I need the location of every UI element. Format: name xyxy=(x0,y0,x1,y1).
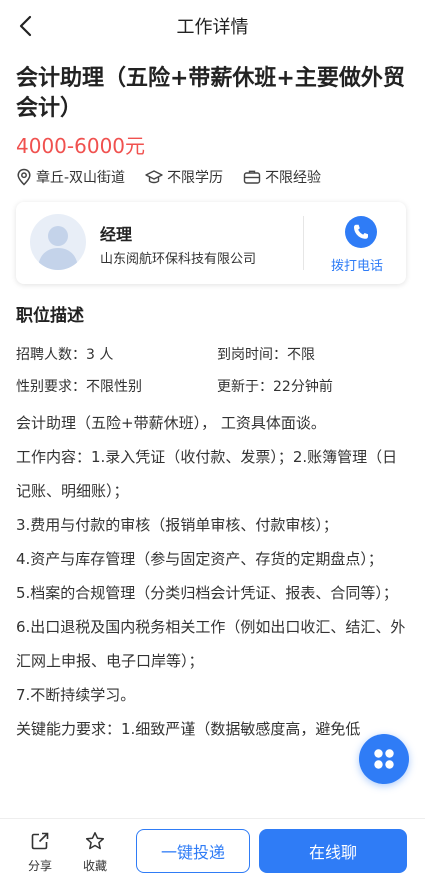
description-paragraph: 6.出口退税及国内税务相关工作（例如出口收汇、结汇、外汇网上申报、电子口岸等）； xyxy=(16,618,406,670)
education-text: 不限学历 xyxy=(167,170,224,186)
section-title-job-description: 职位描述 xyxy=(16,306,84,326)
salary: 4000-6000元 xyxy=(16,134,146,158)
description-paragraph: 会计助理（五险+带薪休班）， 工资具体面谈。 xyxy=(16,414,326,432)
avatar xyxy=(30,214,86,270)
location-item: 章丘-双山街道 xyxy=(16,167,125,187)
page-title: 工作详情 xyxy=(176,17,249,38)
description-paragraph: 3.费用与付款的审核（报销单审核、付款审核）； xyxy=(16,516,338,534)
phone-icon-wrap xyxy=(345,216,377,248)
bottom-action-bar: 分享 收藏 一键投递 在线聊 xyxy=(0,818,425,885)
call-phone-label: 拨打电话 xyxy=(330,259,383,274)
job-meta-row: 章丘-双山街道 不限学历 不限经验 xyxy=(16,166,341,188)
description-paragraph: 7.不断持续学习。 xyxy=(16,686,136,704)
card-divider xyxy=(303,216,304,270)
experience-item: 不限经验 xyxy=(243,167,321,187)
description-paragraph: 工作内容：1.录入凭证（收付款、发票）；2.账簿管理（日记账、明细账）； xyxy=(16,448,398,500)
briefcase-icon xyxy=(243,170,261,184)
company-name: 山东阅航环保科技有限公司 xyxy=(100,252,257,267)
contact-name: 经理 xyxy=(100,225,133,244)
description-paragraph: 4.资产与库存管理（参与固定资产、存货的定期盘点）； xyxy=(16,550,383,568)
favorite-label: 收藏 xyxy=(82,859,107,873)
experience-text: 不限经验 xyxy=(265,170,322,186)
call-phone-button[interactable]: 拨打电话 xyxy=(312,212,402,274)
description-paragraph: 关键能力要求：1.细致严谨（数据敏感度高，避免低 xyxy=(16,720,361,738)
grid-dots-icon xyxy=(374,749,394,769)
updated-time: 更新于：22分钟前 xyxy=(217,379,333,395)
location-text: 章丘-双山街道 xyxy=(36,170,126,186)
recruit-count: 招聘人数：3 人 xyxy=(16,347,114,363)
share-button[interactable]: 分享 xyxy=(20,831,60,875)
share-icon xyxy=(31,832,49,850)
arrival-time: 到岗时间：不限 xyxy=(217,347,315,363)
location-pin-icon xyxy=(17,168,31,186)
description-paragraph: 5.档案的合规管理（分类归档会计凭证、报表、合同等）； xyxy=(16,584,398,602)
contact-card: 经理 山东阅航环保科技有限公司 拨打电话 xyxy=(16,202,406,284)
top-nav-bar: 工作详情 xyxy=(0,0,425,52)
online-chat-button[interactable]: 在线聊 xyxy=(259,829,407,873)
job-title: 会计助理（五险+带薪休班+主要做外贸会计） xyxy=(16,66,405,121)
share-label: 分享 xyxy=(27,859,52,873)
floating-menu-button[interactable] xyxy=(359,734,409,784)
user-avatar-icon xyxy=(38,226,78,270)
star-icon xyxy=(85,832,105,850)
gender-requirement: 性别要求：不限性别 xyxy=(16,379,142,395)
education-item: 不限学历 xyxy=(145,167,223,187)
phone-icon xyxy=(354,224,368,239)
job-description: 会计助理（五险+带薪休班）， 工资具体面谈。 工作内容：1.录入凭证（收付款、发… xyxy=(16,406,408,746)
one-click-apply-button[interactable]: 一键投递 xyxy=(136,829,250,873)
favorite-button[interactable]: 收藏 xyxy=(75,831,115,875)
graduation-cap-icon xyxy=(145,170,163,184)
